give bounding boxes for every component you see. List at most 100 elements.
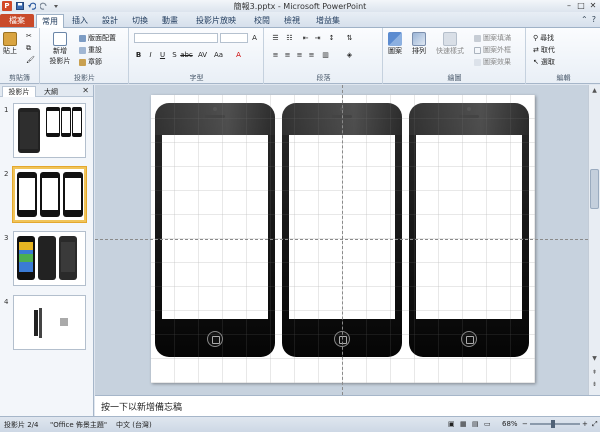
shadow-icon[interactable]: S xyxy=(170,50,179,59)
tab-slideshow[interactable]: 投影片放映 xyxy=(188,14,244,27)
replace-button[interactable]: ⇄ 取代 xyxy=(533,45,555,55)
fit-to-window-icon[interactable]: ⤢ xyxy=(592,420,598,429)
bullets-icon[interactable]: ☰ xyxy=(271,33,280,42)
slide-sorter-icon[interactable]: ▦ xyxy=(460,420,467,428)
normal-view-icon[interactable]: ▣ xyxy=(448,420,455,428)
reset-button[interactable]: 重設 xyxy=(79,45,102,55)
tab-outline[interactable]: 大綱 xyxy=(38,86,64,97)
thumbnail-3-art xyxy=(17,236,77,280)
slide-thumbnail-1[interactable] xyxy=(13,103,86,158)
thumbnail-4-art xyxy=(34,308,68,338)
justify-icon[interactable]: ≡ xyxy=(307,50,316,59)
slideshow-icon[interactable]: ▭ xyxy=(484,420,491,428)
arrange-button[interactable]: 排列 xyxy=(412,32,426,56)
font-size-combo[interactable] xyxy=(220,33,248,43)
paste-button[interactable]: 貼上 xyxy=(3,32,17,56)
underline-icon[interactable]: U xyxy=(158,50,167,59)
reset-icon xyxy=(79,46,86,54)
tab-view[interactable]: 檢視 xyxy=(280,14,304,27)
decrease-indent-icon[interactable]: ⇤ xyxy=(301,33,310,42)
increase-indent-icon[interactable]: ⇥ xyxy=(313,33,322,42)
smartart-icon[interactable]: ◈ xyxy=(345,50,354,59)
language-indicator[interactable]: 中文 (台灣) xyxy=(116,420,152,430)
shape-fill-button[interactable]: 圖案填滿 xyxy=(474,33,511,43)
reading-view-icon[interactable]: ▤ xyxy=(472,420,479,428)
slide-editing-area[interactable] xyxy=(95,85,588,395)
new-slide-button[interactable]: 新增 投影片 xyxy=(45,32,75,66)
shapes-icon xyxy=(388,32,402,46)
help-icon[interactable]: ? xyxy=(592,15,596,24)
align-center-icon[interactable]: ≡ xyxy=(283,50,292,59)
phone-screen-placeholder[interactable] xyxy=(162,135,268,319)
scroll-up-icon[interactable]: ▲ xyxy=(590,87,599,96)
font-name-combo[interactable] xyxy=(134,33,218,43)
outline-icon xyxy=(474,46,481,54)
vertical-guide[interactable] xyxy=(342,85,343,395)
previous-slide-icon[interactable]: ⇞ xyxy=(590,369,599,378)
numbering-icon[interactable]: ☷ xyxy=(285,33,294,42)
cut-icon[interactable]: ✂ xyxy=(26,32,32,40)
tab-home[interactable]: 常用 xyxy=(36,14,64,28)
columns-icon[interactable]: ▥ xyxy=(321,50,330,59)
tab-review[interactable]: 校閱 xyxy=(250,14,274,27)
align-right-icon[interactable]: ≡ xyxy=(295,50,304,59)
line-spacing-icon[interactable]: ↕ xyxy=(327,33,336,42)
section-label: 章節 xyxy=(88,58,102,66)
shape-outline-button[interactable]: 圖案外框 xyxy=(474,45,511,55)
section-button[interactable]: 章節 xyxy=(79,57,102,67)
shapes-button[interactable]: 圖案 xyxy=(388,32,402,56)
tab-animations[interactable]: 動畫 xyxy=(158,14,182,27)
grow-font-icon[interactable]: A xyxy=(250,33,259,42)
font-color-icon[interactable]: A xyxy=(234,50,243,59)
maximize-button[interactable]: □ xyxy=(576,0,586,10)
slide-thumbnail-2[interactable] xyxy=(13,167,86,222)
zoom-slider[interactable] xyxy=(530,423,580,425)
tab-file[interactable]: 檔案 xyxy=(0,14,34,27)
align-left-icon[interactable]: ≡ xyxy=(271,50,280,59)
minimize-ribbon-icon[interactable]: ⌃ xyxy=(581,15,588,24)
camera-icon xyxy=(213,107,217,111)
char-spacing-icon[interactable]: AV xyxy=(198,50,207,59)
change-case-icon[interactable]: Aa xyxy=(214,50,223,59)
close-pane-icon[interactable]: ✕ xyxy=(82,86,89,95)
group-font-label: 字型 xyxy=(189,74,204,82)
tab-slides[interactable]: 投影片 xyxy=(2,86,36,97)
shape-effects-button[interactable]: 圖案效果 xyxy=(474,57,511,67)
find-button[interactable]: ⚲ 尋找 xyxy=(533,33,554,43)
scroll-thumb[interactable] xyxy=(590,169,599,209)
phone-mockup-3[interactable] xyxy=(409,103,529,357)
slide-thumbnail-3[interactable] xyxy=(13,231,86,286)
tab-design[interactable]: 設計 xyxy=(98,14,122,27)
italic-icon[interactable]: I xyxy=(146,50,155,59)
title-bar: P 簡報3.pptx - Microsoft PowerPoint – □ ✕ xyxy=(0,0,600,12)
notes-placeholder[interactable]: 按一下以新增備忘稿 xyxy=(101,400,182,413)
zoom-out-icon[interactable]: − xyxy=(522,420,528,428)
minimize-button[interactable]: – xyxy=(564,0,574,10)
replace-icon: ⇄ xyxy=(533,46,539,54)
layout-button[interactable]: 版面配置 xyxy=(79,33,116,43)
notes-pane[interactable]: 按一下以新增備忘稿 xyxy=(95,395,600,416)
strikethrough-icon[interactable]: abc xyxy=(180,50,193,59)
phone-mockup-1[interactable] xyxy=(155,103,275,357)
bold-icon[interactable]: B xyxy=(134,50,143,59)
select-button[interactable]: ↖ 選取 xyxy=(533,57,555,67)
zoom-level[interactable]: 68% xyxy=(502,420,518,428)
slide-thumbnail-4[interactable] xyxy=(13,295,86,350)
phone-screen-placeholder[interactable] xyxy=(416,135,522,319)
group-drawing-label: 繪圖 xyxy=(447,74,462,82)
format-painter-icon[interactable]: 🖌 xyxy=(26,56,35,64)
text-direction-icon[interactable]: ⇅ xyxy=(345,33,354,42)
zoom-in-icon[interactable]: + xyxy=(582,420,588,428)
group-drawing: 圖案 排列 快速樣式 圖案填滿 圖案外框 圖案效果 繪圖 xyxy=(384,28,526,84)
zoom-slider-knob[interactable] xyxy=(551,420,555,428)
tab-addins[interactable]: 增益集 xyxy=(312,14,344,27)
copy-icon[interactable]: ⧉ xyxy=(26,44,31,53)
tab-insert[interactable]: 插入 xyxy=(68,14,92,27)
close-button[interactable]: ✕ xyxy=(588,0,598,10)
quick-styles-button[interactable]: 快速樣式 xyxy=(436,32,464,56)
vertical-scrollbar[interactable]: ▲ ▼ ⇞ ⇟ xyxy=(588,85,600,395)
scroll-down-icon[interactable]: ▼ xyxy=(590,355,599,364)
next-slide-icon[interactable]: ⇟ xyxy=(590,381,599,390)
tab-transitions[interactable]: 切換 xyxy=(128,14,152,27)
theme-indicator[interactable]: "Office 佈景主題" xyxy=(50,420,107,430)
